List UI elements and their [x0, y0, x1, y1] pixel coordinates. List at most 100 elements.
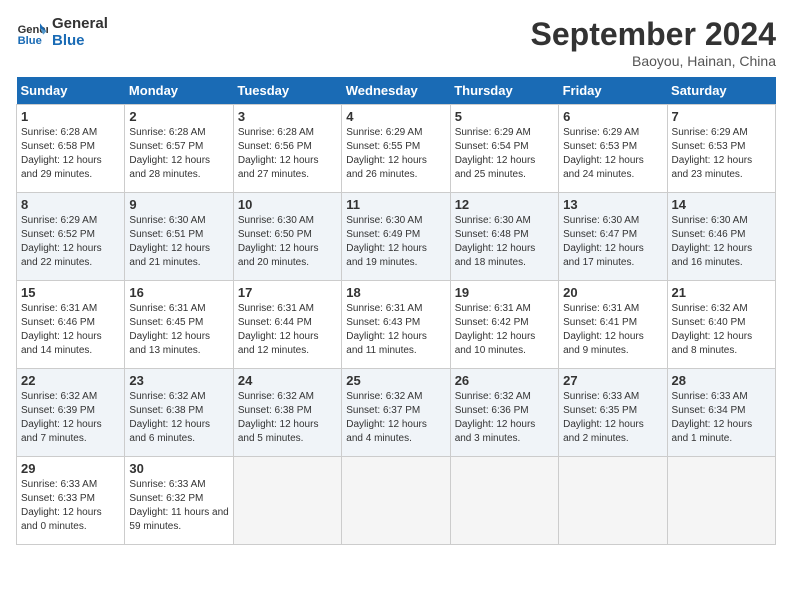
- day-info: Sunrise: 6:32 AMSunset: 6:36 PMDaylight:…: [455, 390, 554, 446]
- header: General Blue General Blue September 2024…: [16, 16, 776, 69]
- day-number: 27: [563, 373, 662, 388]
- day-number: 6: [563, 109, 662, 124]
- day-info: Sunrise: 6:33 AMSunset: 6:32 PMDaylight:…: [129, 478, 228, 534]
- calendar-week-row: 8 Sunrise: 6:29 AMSunset: 6:52 PMDaylight…: [17, 193, 776, 281]
- day-info: Sunrise: 6:31 AMSunset: 6:46 PMDaylight:…: [21, 302, 120, 358]
- day-number: 10: [238, 197, 337, 212]
- day-info: Sunrise: 6:33 AMSunset: 6:33 PMDaylight:…: [21, 478, 120, 534]
- day-number: 23: [129, 373, 228, 388]
- day-number: 21: [672, 285, 771, 300]
- day-info: Sunrise: 6:30 AMSunset: 6:49 PMDaylight:…: [346, 214, 445, 270]
- day-info: Sunrise: 6:30 AMSunset: 6:48 PMDaylight:…: [455, 214, 554, 270]
- day-info: Sunrise: 6:30 AMSunset: 6:46 PMDaylight:…: [672, 214, 771, 270]
- calendar-cell: 10 Sunrise: 6:30 AMSunset: 6:50 PMDayligh…: [233, 193, 341, 281]
- calendar-cell: [233, 457, 341, 545]
- day-number: 2: [129, 109, 228, 124]
- calendar-cell: 15 Sunrise: 6:31 AMSunset: 6:46 PMDayligh…: [17, 281, 125, 369]
- day-header-friday: Friday: [559, 77, 667, 105]
- day-info: Sunrise: 6:31 AMSunset: 6:41 PMDaylight:…: [563, 302, 662, 358]
- day-number: 14: [672, 197, 771, 212]
- day-number: 30: [129, 461, 228, 476]
- day-header-sunday: Sunday: [17, 77, 125, 105]
- logo-text-line1: General: [52, 16, 108, 33]
- calendar-cell: 17 Sunrise: 6:31 AMSunset: 6:44 PMDayligh…: [233, 281, 341, 369]
- calendar-cell: 2Sunrise: 6:28 AMSunset: 6:57 PMDaylight…: [125, 105, 233, 193]
- day-number: 17: [238, 285, 337, 300]
- day-info: Sunrise: 6:31 AMSunset: 6:44 PMDaylight:…: [238, 302, 337, 358]
- calendar-cell: 8 Sunrise: 6:29 AMSunset: 6:52 PMDaylight…: [17, 193, 125, 281]
- calendar-cell: 27 Sunrise: 6:33 AMSunset: 6:35 PMDayligh…: [559, 369, 667, 457]
- day-info: Sunrise: 6:28 AMSunset: 6:56 PMDaylight:…: [238, 126, 337, 182]
- calendar-cell: 11Sunrise: 6:30 AMSunset: 6:49 PMDayligh…: [342, 193, 450, 281]
- calendar-cell: 19 Sunrise: 6:31 AMSunset: 6:42 PMDayligh…: [450, 281, 558, 369]
- day-number: 28: [672, 373, 771, 388]
- day-number: 9: [129, 197, 228, 212]
- calendar-cell: 22 Sunrise: 6:32 AMSunset: 6:39 PMDayligh…: [17, 369, 125, 457]
- calendar-cell: [667, 457, 775, 545]
- day-info: Sunrise: 6:29 AMSunset: 6:53 PMDaylight:…: [563, 126, 662, 182]
- day-info: Sunrise: 6:32 AMSunset: 6:38 PMDaylight:…: [238, 390, 337, 446]
- calendar-cell: [559, 457, 667, 545]
- calendar-cell: 24Sunrise: 6:32 AMSunset: 6:38 PMDayligh…: [233, 369, 341, 457]
- calendar-body: 1 Sunrise: 6:28 AMSunset: 6:58 PMDaylight…: [17, 105, 776, 545]
- day-number: 3: [238, 109, 337, 124]
- day-number: 8: [21, 197, 120, 212]
- day-info: Sunrise: 6:28 AMSunset: 6:58 PMDaylight:…: [21, 126, 120, 182]
- calendar-week-row: 15 Sunrise: 6:31 AMSunset: 6:46 PMDayligh…: [17, 281, 776, 369]
- day-number: 19: [455, 285, 554, 300]
- day-number: 29: [21, 461, 120, 476]
- day-header-thursday: Thursday: [450, 77, 558, 105]
- calendar-week-row: 22 Sunrise: 6:32 AMSunset: 6:39 PMDayligh…: [17, 369, 776, 457]
- day-header-saturday: Saturday: [667, 77, 775, 105]
- calendar-cell: 5 Sunrise: 6:29 AMSunset: 6:54 PMDaylight…: [450, 105, 558, 193]
- day-info: Sunrise: 6:29 AMSunset: 6:52 PMDaylight:…: [21, 214, 120, 270]
- calendar-cell: 7Sunrise: 6:29 AMSunset: 6:53 PMDaylight…: [667, 105, 775, 193]
- calendar-cell: 13 Sunrise: 6:30 AMSunset: 6:47 PMDayligh…: [559, 193, 667, 281]
- calendar-cell: 28Sunrise: 6:33 AMSunset: 6:34 PMDayligh…: [667, 369, 775, 457]
- calendar-cell: [450, 457, 558, 545]
- day-header-monday: Monday: [125, 77, 233, 105]
- calendar-cell: 20Sunrise: 6:31 AMSunset: 6:41 PMDayligh…: [559, 281, 667, 369]
- calendar-cell: 29 Sunrise: 6:33 AMSunset: 6:33 PMDayligh…: [17, 457, 125, 545]
- calendar-week-row: 1 Sunrise: 6:28 AMSunset: 6:58 PMDaylight…: [17, 105, 776, 193]
- day-info: Sunrise: 6:32 AMSunset: 6:39 PMDaylight:…: [21, 390, 120, 446]
- day-info: Sunrise: 6:33 AMSunset: 6:35 PMDaylight:…: [563, 390, 662, 446]
- day-number: 22: [21, 373, 120, 388]
- day-info: Sunrise: 6:29 AMSunset: 6:54 PMDaylight:…: [455, 126, 554, 182]
- calendar-cell: 12 Sunrise: 6:30 AMSunset: 6:48 PMDayligh…: [450, 193, 558, 281]
- day-info: Sunrise: 6:31 AMSunset: 6:43 PMDaylight:…: [346, 302, 445, 358]
- logo-text-line2: Blue: [52, 33, 108, 50]
- day-header-tuesday: Tuesday: [233, 77, 341, 105]
- calendar-cell: 3 Sunrise: 6:28 AMSunset: 6:56 PMDaylight…: [233, 105, 341, 193]
- day-info: Sunrise: 6:30 AMSunset: 6:47 PMDaylight:…: [563, 214, 662, 270]
- day-info: Sunrise: 6:32 AMSunset: 6:40 PMDaylight:…: [672, 302, 771, 358]
- day-info: Sunrise: 6:31 AMSunset: 6:45 PMDaylight:…: [129, 302, 228, 358]
- calendar-cell: 16Sunrise: 6:31 AMSunset: 6:45 PMDayligh…: [125, 281, 233, 369]
- month-title: September 2024: [531, 16, 776, 53]
- svg-text:Blue: Blue: [18, 35, 42, 47]
- day-number: 1: [21, 109, 120, 124]
- day-number: 15: [21, 285, 120, 300]
- calendar-cell: 23Sunrise: 6:32 AMSunset: 6:38 PMDayligh…: [125, 369, 233, 457]
- calendar-cell: 4Sunrise: 6:29 AMSunset: 6:55 PMDaylight…: [342, 105, 450, 193]
- day-number: 13: [563, 197, 662, 212]
- calendar-cell: [342, 457, 450, 545]
- calendar-week-row: 29 Sunrise: 6:33 AMSunset: 6:33 PMDayligh…: [17, 457, 776, 545]
- calendar-cell: 21 Sunrise: 6:32 AMSunset: 6:40 PMDayligh…: [667, 281, 775, 369]
- calendar-cell: 1 Sunrise: 6:28 AMSunset: 6:58 PMDaylight…: [17, 105, 125, 193]
- day-info: Sunrise: 6:31 AMSunset: 6:42 PMDaylight:…: [455, 302, 554, 358]
- day-number: 5: [455, 109, 554, 124]
- day-number: 12: [455, 197, 554, 212]
- title-area: September 2024 Baoyou, Hainan, China: [531, 16, 776, 69]
- day-number: 7: [672, 109, 771, 124]
- calendar-cell: 14 Sunrise: 6:30 AMSunset: 6:46 PMDayligh…: [667, 193, 775, 281]
- day-number: 18: [346, 285, 445, 300]
- calendar-header-row: SundayMondayTuesdayWednesdayThursdayFrid…: [17, 77, 776, 105]
- logo: General Blue General Blue: [16, 16, 108, 49]
- day-header-wednesday: Wednesday: [342, 77, 450, 105]
- day-number: 4: [346, 109, 445, 124]
- day-number: 25: [346, 373, 445, 388]
- day-info: Sunrise: 6:30 AMSunset: 6:50 PMDaylight:…: [238, 214, 337, 270]
- calendar-cell: 30 Sunrise: 6:33 AMSunset: 6:32 PMDayligh…: [125, 457, 233, 545]
- calendar-cell: 9Sunrise: 6:30 AMSunset: 6:51 PMDaylight…: [125, 193, 233, 281]
